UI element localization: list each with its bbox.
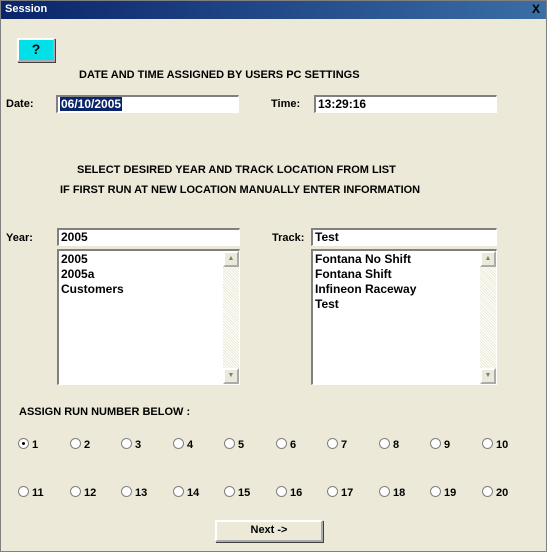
date-time-notice: DATE AND TIME ASSIGNED BY USERS PC SETTI… bbox=[79, 69, 360, 81]
help-button[interactable]: ? bbox=[17, 38, 55, 62]
scroll-down-icon[interactable]: ▼ bbox=[223, 368, 239, 384]
radio-circle-icon bbox=[70, 486, 81, 497]
radio-circle-icon bbox=[121, 486, 132, 497]
run-radio-label: 15 bbox=[238, 487, 251, 499]
next-button[interactable]: Next -> bbox=[215, 520, 323, 542]
run-radio-label: 10 bbox=[496, 439, 509, 451]
run-radio-3[interactable]: 3 bbox=[121, 438, 141, 454]
radio-circle-icon bbox=[173, 486, 184, 497]
year-list: 2005 2005a Customers bbox=[61, 252, 124, 297]
date-value: 06/10/2005 bbox=[60, 97, 123, 111]
track-label: Track: bbox=[272, 232, 305, 244]
close-icon[interactable]: X bbox=[530, 3, 542, 16]
radio-circle-icon bbox=[18, 438, 29, 449]
radio-circle-icon bbox=[327, 486, 338, 497]
run-radio-16[interactable]: 16 bbox=[276, 486, 302, 502]
run-radio-label: 1 bbox=[32, 439, 39, 451]
run-radio-4[interactable]: 4 bbox=[173, 438, 193, 454]
run-radio-label: 6 bbox=[290, 439, 297, 451]
run-radio-19[interactable]: 19 bbox=[430, 486, 456, 502]
radio-circle-icon bbox=[276, 486, 287, 497]
run-radio-8[interactable]: 8 bbox=[379, 438, 399, 454]
run-radio-14[interactable]: 14 bbox=[173, 486, 199, 502]
track-input[interactable]: Test bbox=[311, 228, 497, 246]
run-radio-label: 13 bbox=[135, 487, 148, 499]
run-radio-11[interactable]: 11 bbox=[18, 486, 44, 502]
instruction-line-2: IF FIRST RUN AT NEW LOCATION MANUALLY EN… bbox=[60, 184, 421, 196]
session-window: Session X ? DATE AND TIME ASSIGNED BY US… bbox=[0, 0, 547, 552]
run-radio-label: 3 bbox=[135, 439, 142, 451]
year-listbox[interactable]: 2005 2005a Customers ▲ ▼ bbox=[57, 249, 240, 385]
date-label: Date: bbox=[6, 98, 34, 110]
radio-circle-icon bbox=[482, 438, 493, 449]
run-number-heading: ASSIGN RUN NUMBER BELOW : bbox=[19, 406, 191, 418]
radio-circle-icon bbox=[70, 438, 81, 449]
run-radio-label: 14 bbox=[187, 487, 200, 499]
list-item[interactable]: Test bbox=[315, 297, 416, 312]
run-radio-label: 4 bbox=[187, 439, 194, 451]
run-radio-12[interactable]: 12 bbox=[70, 486, 96, 502]
radio-circle-icon bbox=[224, 438, 235, 449]
track-list: Fontana No Shift Fontana Shift Infineon Ra… bbox=[315, 252, 416, 312]
track-scrollbar[interactable]: ▲ ▼ bbox=[480, 251, 496, 384]
radio-circle-icon bbox=[379, 486, 390, 497]
run-radio-label: 2 bbox=[84, 439, 91, 451]
radio-circle-icon bbox=[121, 438, 132, 449]
run-radio-label: 20 bbox=[496, 487, 509, 499]
run-radio-17[interactable]: 17 bbox=[327, 486, 353, 502]
scroll-up-icon[interactable]: ▲ bbox=[223, 251, 239, 267]
run-radio-15[interactable]: 15 bbox=[224, 486, 250, 502]
run-number-row-2: 11 12 13 14 15 16 17 18 19 20 bbox=[18, 486, 543, 502]
run-radio-1[interactable]: 1 bbox=[18, 438, 38, 454]
year-scrollbar[interactable]: ▲ ▼ bbox=[223, 251, 239, 384]
run-radio-7[interactable]: 7 bbox=[327, 438, 347, 454]
track-listbox[interactable]: Fontana No Shift Fontana Shift Infineon Ra… bbox=[311, 249, 497, 385]
radio-circle-icon bbox=[430, 438, 441, 449]
run-radio-label: 16 bbox=[290, 487, 303, 499]
radio-circle-icon bbox=[173, 438, 184, 449]
list-item[interactable]: Fontana Shift bbox=[315, 267, 416, 282]
run-radio-2[interactable]: 2 bbox=[70, 438, 90, 454]
time-label: Time: bbox=[271, 98, 301, 110]
run-radio-9[interactable]: 9 bbox=[430, 438, 450, 454]
radio-circle-icon bbox=[224, 486, 235, 497]
radio-circle-icon bbox=[379, 438, 390, 449]
radio-circle-icon bbox=[18, 486, 29, 497]
date-field[interactable]: 06/10/2005 bbox=[56, 95, 239, 113]
run-radio-label: 19 bbox=[444, 487, 457, 499]
run-radio-18[interactable]: 18 bbox=[379, 486, 405, 502]
time-field[interactable]: 13:29:16 bbox=[314, 95, 497, 113]
question-mark-icon: ? bbox=[31, 41, 41, 57]
list-item[interactable]: Infineon Raceway bbox=[315, 282, 416, 297]
scroll-down-icon[interactable]: ▼ bbox=[480, 368, 496, 384]
list-item[interactable]: 2005 bbox=[61, 252, 124, 267]
run-number-row-1: 1 2 3 4 5 6 7 8 9 10 bbox=[18, 438, 543, 454]
run-radio-label: 9 bbox=[444, 439, 451, 451]
run-radio-6[interactable]: 6 bbox=[276, 438, 296, 454]
window-title: Session bbox=[5, 3, 48, 15]
list-item[interactable]: Customers bbox=[61, 282, 124, 297]
title-bar[interactable]: Session X bbox=[1, 1, 546, 19]
run-radio-label: 17 bbox=[341, 487, 354, 499]
run-radio-10[interactable]: 10 bbox=[482, 438, 508, 454]
radio-circle-icon bbox=[327, 438, 338, 449]
run-radio-20[interactable]: 20 bbox=[482, 486, 508, 502]
instruction-line-1: SELECT DESIRED YEAR AND TRACK LOCATION F… bbox=[77, 164, 396, 176]
run-radio-5[interactable]: 5 bbox=[224, 438, 244, 454]
radio-circle-icon bbox=[482, 486, 493, 497]
run-radio-label: 7 bbox=[341, 439, 348, 451]
radio-circle-icon bbox=[430, 486, 441, 497]
list-item[interactable]: 2005a bbox=[61, 267, 124, 282]
year-label: Year: bbox=[6, 232, 33, 244]
scroll-up-icon[interactable]: ▲ bbox=[480, 251, 496, 267]
year-input[interactable]: 2005 bbox=[57, 228, 240, 246]
radio-circle-icon bbox=[276, 438, 287, 449]
run-radio-label: 18 bbox=[393, 487, 406, 499]
list-item[interactable]: Fontana No Shift bbox=[315, 252, 416, 267]
run-radio-label: 11 bbox=[32, 487, 44, 499]
run-radio-13[interactable]: 13 bbox=[121, 486, 147, 502]
run-radio-label: 5 bbox=[238, 439, 245, 451]
run-radio-label: 12 bbox=[84, 487, 97, 499]
run-radio-label: 8 bbox=[393, 439, 400, 451]
